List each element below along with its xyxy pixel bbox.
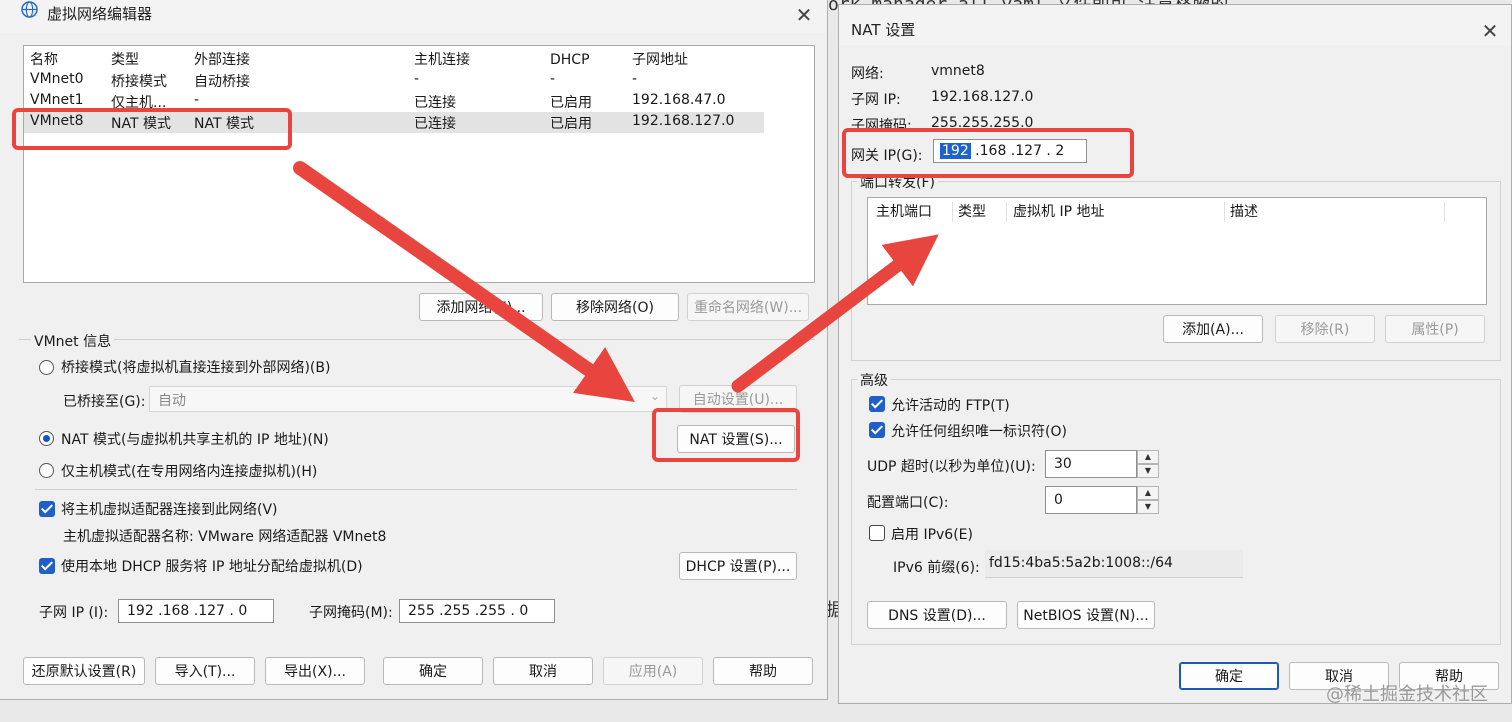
watermark: @稀土掘金技术社区 <box>1326 684 1488 705</box>
annotation-arrows <box>293 161 939 403</box>
arrow-to-gateway <box>731 234 939 393</box>
arrow-to-nat-settings <box>293 161 635 403</box>
